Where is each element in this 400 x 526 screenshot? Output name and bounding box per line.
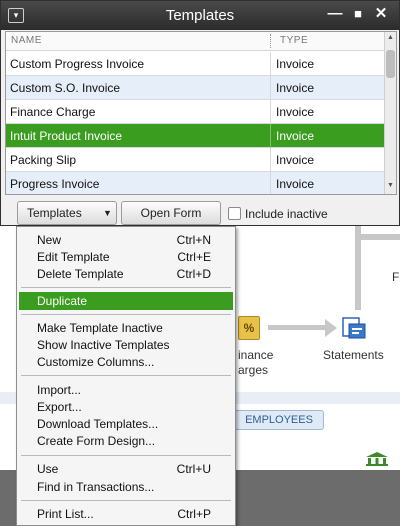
column-header-name[interactable]: NAME — [11, 35, 42, 46]
cell-divider — [270, 124, 271, 148]
include-inactive-label[interactable]: Include inactive — [245, 207, 328, 221]
template-type: Invoice — [276, 177, 315, 191]
menu-item-print-list[interactable]: Print List... Ctrl+P — [19, 505, 233, 523]
column-header-type[interactable]: TYPE — [280, 35, 308, 46]
template-name: Custom Progress Invoice — [10, 57, 145, 71]
finance-charges-label: inance arges — [238, 348, 274, 377]
maximize-icon[interactable]: ■ — [349, 5, 367, 23]
dropdown-caret-icon: ▼ — [103, 208, 112, 218]
open-form-button[interactable]: Open Form — [121, 201, 221, 225]
menu-item-label: Make Template Inactive — [37, 321, 163, 335]
menu-item-label: Create Form Design... — [37, 434, 156, 448]
column-separator[interactable] — [270, 34, 271, 48]
cell-divider — [270, 148, 271, 172]
cell-divider — [270, 76, 271, 100]
template-name: Packing Slip — [10, 153, 77, 167]
template-name: Progress Invoice — [10, 177, 100, 191]
scroll-thumb[interactable] — [386, 50, 395, 78]
menu-item-download-templates[interactable]: Download Templates... — [19, 415, 233, 433]
menu-item-shortcut: Ctrl+P — [177, 507, 211, 521]
finance-charges-icon[interactable]: % — [238, 316, 260, 340]
close-icon[interactable]: ✕ — [372, 5, 390, 23]
menu-item-shortcut: Ctrl+E — [177, 250, 211, 264]
menu-item-label: Customize Columns... — [37, 355, 155, 369]
menu-item-label: Find in Transactions... — [37, 480, 155, 494]
template-name: Custom S.O. Invoice — [10, 81, 121, 95]
menu-item-find-in-transactions[interactable]: Find in Transactions... — [19, 478, 233, 496]
list-item[interactable]: Custom S.O. Invoice Invoice — [6, 76, 386, 100]
list-scrollbar[interactable]: ▲ ▼ — [384, 32, 396, 194]
list-item[interactable]: Finance Charge Invoice — [6, 100, 386, 124]
menu-item-label: New — [37, 233, 62, 247]
menu-item-create-form-design[interactable]: Create Form Design... — [19, 432, 233, 450]
menu-item-new[interactable]: New Ctrl+N — [19, 231, 233, 249]
menu-item-show-inactive[interactable]: Show Inactive Templates — [19, 336, 233, 354]
template-name: Finance Charge — [10, 105, 96, 119]
list-item[interactable]: Progress Invoice Invoice — [6, 172, 386, 194]
template-type: Invoice — [276, 129, 315, 143]
templates-button-label: Templates — [27, 206, 82, 220]
menu-item-delete-template[interactable]: Delete Template Ctrl+D — [19, 265, 233, 283]
templates-list: NAME TYPE Custom Progress Invoice Invoic… — [5, 31, 397, 195]
menu-item-import[interactable]: Import... — [19, 381, 233, 399]
menu-item-label: Print List... — [37, 507, 94, 521]
employees-tab[interactable]: EMPLOYEES — [234, 410, 324, 430]
template-name: Intuit Product Invoice — [10, 129, 123, 143]
menu-item-make-inactive[interactable]: Make Template Inactive — [19, 319, 233, 337]
menu-item-shortcut: Ctrl+N — [176, 233, 211, 247]
cell-divider — [270, 52, 271, 76]
menu-item-label: Export... — [37, 400, 82, 414]
menu-item-label: Import... — [37, 383, 82, 397]
template-type: Invoice — [276, 105, 315, 119]
statements-label: Statements — [323, 348, 384, 362]
template-type: Invoice — [276, 57, 315, 71]
list-item[interactable]: Custom Progress Invoice Invoice — [6, 52, 386, 76]
menu-item-use[interactable]: Use Ctrl+U — [19, 460, 233, 478]
menu-item-duplicate[interactable]: Duplicate — [19, 292, 233, 310]
menu-item-edit-template[interactable]: Edit Template Ctrl+E — [19, 248, 233, 266]
partial-label: F — [392, 270, 400, 284]
flow-arrow-head — [325, 319, 337, 337]
templates-menu-button[interactable]: Templates ▼ — [17, 201, 117, 225]
menu-separator — [21, 287, 231, 288]
menu-item-label: Duplicate — [37, 294, 88, 308]
menu-separator — [21, 500, 231, 501]
menu-item-export[interactable]: Export... — [19, 398, 233, 416]
menu-separator — [21, 375, 231, 376]
templates-context-menu: New Ctrl+N Edit Template Ctrl+E Delete T… — [16, 226, 236, 526]
list-rows: Custom Progress Invoice Invoice Custom S… — [6, 52, 386, 194]
cell-divider — [270, 100, 271, 124]
title-bar[interactable]: ▾ Templates — ■ ✕ — [1, 1, 399, 30]
template-type: Invoice — [276, 153, 315, 167]
list-header: NAME TYPE — [6, 32, 386, 51]
scroll-up-icon[interactable]: ▲ — [386, 34, 395, 44]
menu-item-label: Use — [37, 462, 59, 476]
menu-item-label: Delete Template — [37, 267, 124, 281]
menu-item-shortcut: Ctrl+U — [176, 462, 211, 476]
list-item-selected[interactable]: Intuit Product Invoice Invoice — [6, 124, 386, 148]
template-type: Invoice — [276, 81, 315, 95]
statements-icon[interactable] — [341, 316, 367, 340]
menu-item-customize-columns[interactable]: Customize Columns... — [19, 353, 233, 371]
menu-item-label: Show Inactive Templates — [37, 338, 170, 352]
menu-separator — [21, 314, 231, 315]
flow-arrow — [268, 325, 326, 330]
templates-window: ▾ Templates — ■ ✕ NAME TYPE Custom Progr… — [0, 0, 400, 226]
include-inactive-checkbox[interactable] — [228, 207, 241, 220]
list-item[interactable]: Packing Slip Invoice — [6, 148, 386, 172]
scroll-down-icon[interactable]: ▼ — [386, 182, 395, 192]
cell-divider — [270, 172, 271, 194]
flow-connector — [355, 234, 400, 240]
menu-item-shortcut: Ctrl+D — [176, 267, 211, 281]
minimize-icon[interactable]: — — [326, 5, 344, 23]
menu-item-label: Edit Template — [37, 250, 110, 264]
menu-item-label: Download Templates... — [37, 417, 159, 431]
menu-separator — [21, 455, 231, 456]
bank-icon[interactable] — [366, 452, 388, 466]
